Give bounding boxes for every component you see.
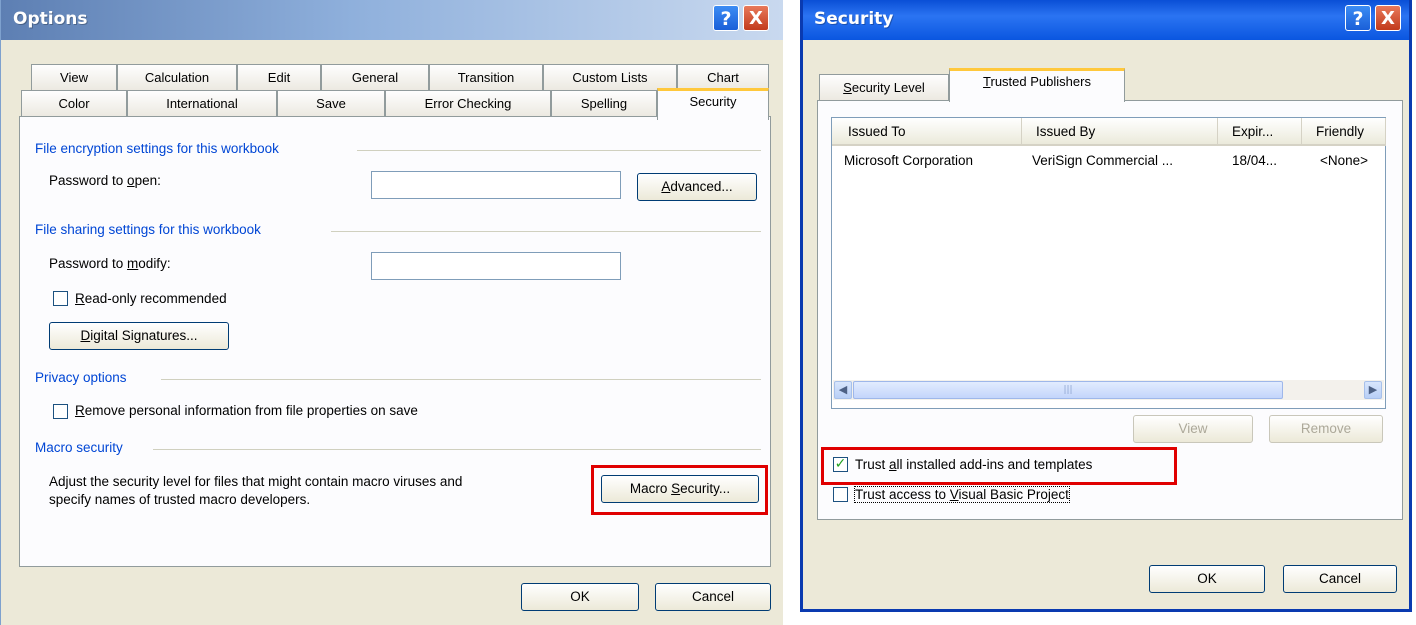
close-button[interactable]: X <box>743 5 769 31</box>
tab-security[interactable]: Security <box>657 88 769 120</box>
group-divider <box>153 449 761 450</box>
cell-issued-to: Microsoft Corporation <box>844 153 974 168</box>
column-friendly-name[interactable]: Friendly <box>1302 118 1386 146</box>
tab-chart[interactable]: Chart <box>677 64 769 90</box>
macro-description-line2: specify names of trusted macro developer… <box>49 492 311 507</box>
group-divider <box>357 150 761 151</box>
cell-friendly-name: <None> <box>1320 153 1369 168</box>
horizontal-scrollbar[interactable]: ◀ ||| ▶ <box>833 380 1384 400</box>
security-dialog: Security ? X Security Level Trusted Publ… <box>800 0 1412 612</box>
digital-signatures-button[interactable]: Digital Signatures... <box>49 322 229 350</box>
password-open-label: Password to open: <box>49 173 161 188</box>
tab-general[interactable]: General <box>321 64 429 90</box>
password-modify-field[interactable] <box>371 252 621 280</box>
view-button[interactable]: View <box>1133 415 1253 443</box>
tab-edit[interactable]: Edit <box>237 64 321 90</box>
tab-international[interactable]: International <box>127 90 277 116</box>
tab-save[interactable]: Save <box>277 90 385 116</box>
group-divider <box>331 231 761 232</box>
macro-heading: Macro security <box>35 440 123 455</box>
tab-transition[interactable]: Transition <box>429 64 543 90</box>
advanced-button[interactable]: Advanced... <box>637 173 757 201</box>
readonly-checkbox[interactable] <box>53 291 68 306</box>
options-dialog: Options ? X View Calculation Edit Genera… <box>0 0 783 625</box>
password-modify-label: Password to modify: <box>49 256 171 271</box>
options-titlebar[interactable]: Options ? X <box>1 0 783 40</box>
password-open-field[interactable] <box>371 171 621 199</box>
remove-info-label: Remove personal information from file pr… <box>75 403 418 418</box>
macro-description-line1: Adjust the security level for files that… <box>49 474 463 489</box>
scroll-thumb[interactable]: ||| <box>853 381 1283 399</box>
publishers-list[interactable]: Issued To Issued By Expir... Friendly Mi… <box>831 117 1386 409</box>
remove-button[interactable]: Remove <box>1269 415 1383 443</box>
help-button[interactable]: ? <box>713 5 739 31</box>
tab-color[interactable]: Color <box>21 90 127 116</box>
security-title: Security <box>814 9 894 29</box>
ok-button[interactable]: OK <box>1149 565 1265 593</box>
tab-spelling[interactable]: Spelling <box>551 90 657 116</box>
file-sharing-heading: File sharing settings for this workbook <box>35 222 261 237</box>
group-divider <box>161 379 761 380</box>
options-title: Options <box>13 9 88 29</box>
column-issued-to[interactable]: Issued To <box>832 118 1022 146</box>
privacy-heading: Privacy options <box>35 370 127 385</box>
tab-security-level[interactable]: Security Level <box>819 74 949 100</box>
close-button[interactable]: X <box>1375 5 1401 31</box>
highlight-box <box>591 465 768 515</box>
ok-button[interactable]: OK <box>521 583 639 611</box>
column-expiration[interactable]: Expir... <box>1218 118 1302 146</box>
cell-expiration: 18/04... <box>1232 153 1278 168</box>
tab-trusted-publishers[interactable]: Trusted Publishers <box>949 68 1125 102</box>
column-issued-by[interactable]: Issued By <box>1022 118 1218 146</box>
help-button[interactable]: ? <box>1345 5 1371 31</box>
file-encryption-heading: File encryption settings for this workbo… <box>35 141 279 156</box>
tab-view[interactable]: View <box>31 64 117 90</box>
table-row[interactable]: Microsoft Corporation VeriSign Commercia… <box>832 151 1385 171</box>
tab-calculation[interactable]: Calculation <box>117 64 237 90</box>
trust-vba-label: Trust access to Visual Basic Project <box>854 486 1070 503</box>
cancel-button[interactable]: Cancel <box>1283 565 1397 593</box>
trust-vba-checkbox[interactable] <box>833 487 848 502</box>
scroll-left-icon[interactable]: ◀ <box>834 381 852 399</box>
cell-issued-by: VeriSign Commercial ... <box>1032 153 1174 168</box>
cancel-button[interactable]: Cancel <box>655 583 771 611</box>
security-titlebar[interactable]: Security ? X <box>803 0 1409 40</box>
highlight-box <box>821 447 1177 485</box>
readonly-label: Read-only recommended <box>75 291 227 306</box>
scroll-right-icon[interactable]: ▶ <box>1364 381 1382 399</box>
tab-error-checking[interactable]: Error Checking <box>385 90 551 116</box>
tab-custom-lists[interactable]: Custom Lists <box>543 64 677 90</box>
remove-info-checkbox[interactable] <box>53 404 68 419</box>
